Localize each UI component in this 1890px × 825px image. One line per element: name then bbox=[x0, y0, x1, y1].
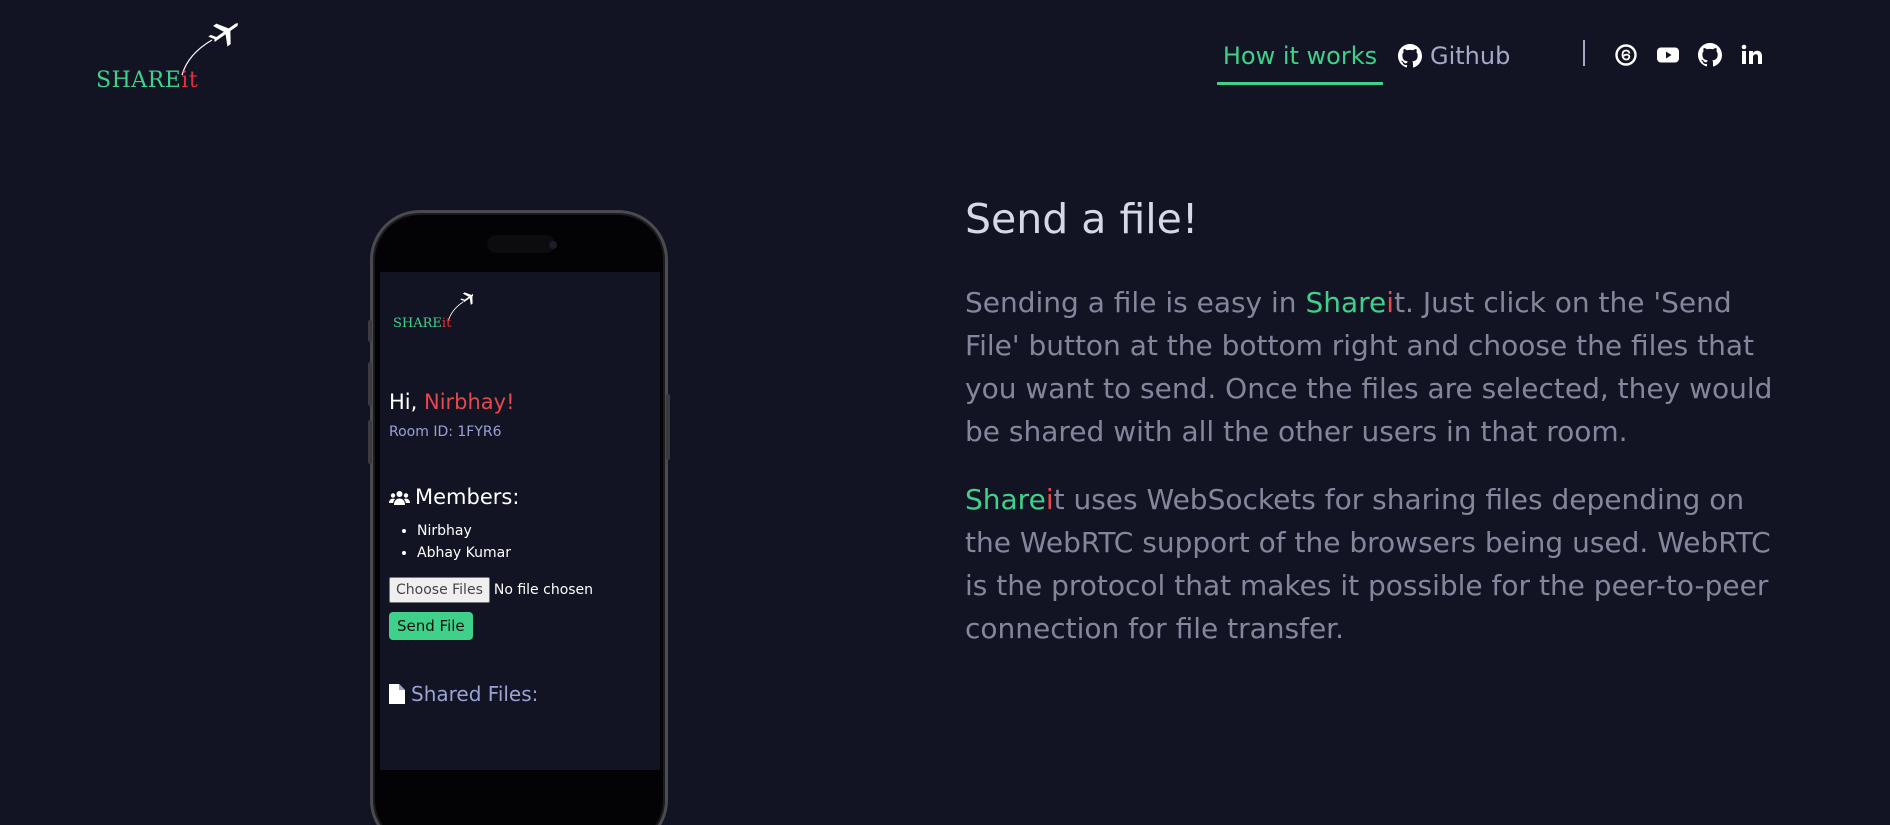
nav-divider bbox=[1583, 40, 1585, 66]
members-heading: Members: bbox=[389, 485, 519, 509]
choose-files-button[interactable]: Choose Files bbox=[389, 577, 490, 603]
list-item: Nirbhay bbox=[417, 520, 511, 542]
github-icon[interactable] bbox=[1698, 43, 1722, 67]
linkedin-icon[interactable] bbox=[1740, 43, 1764, 67]
page: SHAREit How it works Github SHAREit Hi, … bbox=[0, 0, 1890, 825]
app-logo-text: SHAREit bbox=[393, 316, 452, 331]
phone-side-button bbox=[368, 362, 372, 406]
threads-icon[interactable] bbox=[1614, 43, 1638, 67]
room-id: Room ID: 1FYR6 bbox=[389, 424, 502, 440]
youtube-icon[interactable] bbox=[1656, 43, 1680, 67]
section-heading: Send a file! bbox=[965, 195, 1199, 243]
nav-github[interactable]: Github bbox=[1398, 30, 1510, 82]
phone-side-button bbox=[368, 320, 372, 342]
phone-side-button bbox=[666, 394, 670, 460]
phone-side-button bbox=[368, 420, 372, 464]
file-icon bbox=[389, 684, 405, 704]
members-list: Nirbhay Abhay Kumar bbox=[389, 520, 511, 564]
send-file-button[interactable]: Send File bbox=[389, 612, 473, 640]
description-paragraph-2: Shareit uses WebSockets for sharing file… bbox=[965, 483, 1771, 645]
nav-github-label: Github bbox=[1430, 42, 1511, 70]
list-item: Abhay Kumar bbox=[417, 542, 511, 564]
app-logo: SHAREit bbox=[393, 286, 477, 336]
shared-files-heading: Shared Files: bbox=[389, 682, 538, 706]
logo-text: SHAREit bbox=[96, 68, 199, 93]
github-icon bbox=[1398, 44, 1423, 68]
phone-screen: SHAREit Hi, Nirbhay! Room ID: 1FYR6 Memb… bbox=[380, 272, 660, 770]
description-paragraph-1: Sending a file is easy in Shareit. Just … bbox=[965, 286, 1773, 448]
shared-files-title: Shared Files: bbox=[411, 682, 539, 706]
dynamic-island bbox=[487, 235, 555, 253]
camera bbox=[549, 241, 557, 249]
nav-how-it-works[interactable]: How it works bbox=[1217, 30, 1383, 85]
user-name: Nirbhay! bbox=[423, 390, 515, 414]
members-title: Members: bbox=[415, 485, 520, 509]
shareit-logo[interactable]: SHAREit bbox=[96, 18, 246, 96]
users-icon bbox=[389, 491, 410, 505]
file-input: Choose Files No file chosen bbox=[389, 577, 593, 603]
no-file-label: No file chosen bbox=[493, 582, 594, 598]
greeting: Hi, Nirbhay! bbox=[389, 390, 515, 414]
